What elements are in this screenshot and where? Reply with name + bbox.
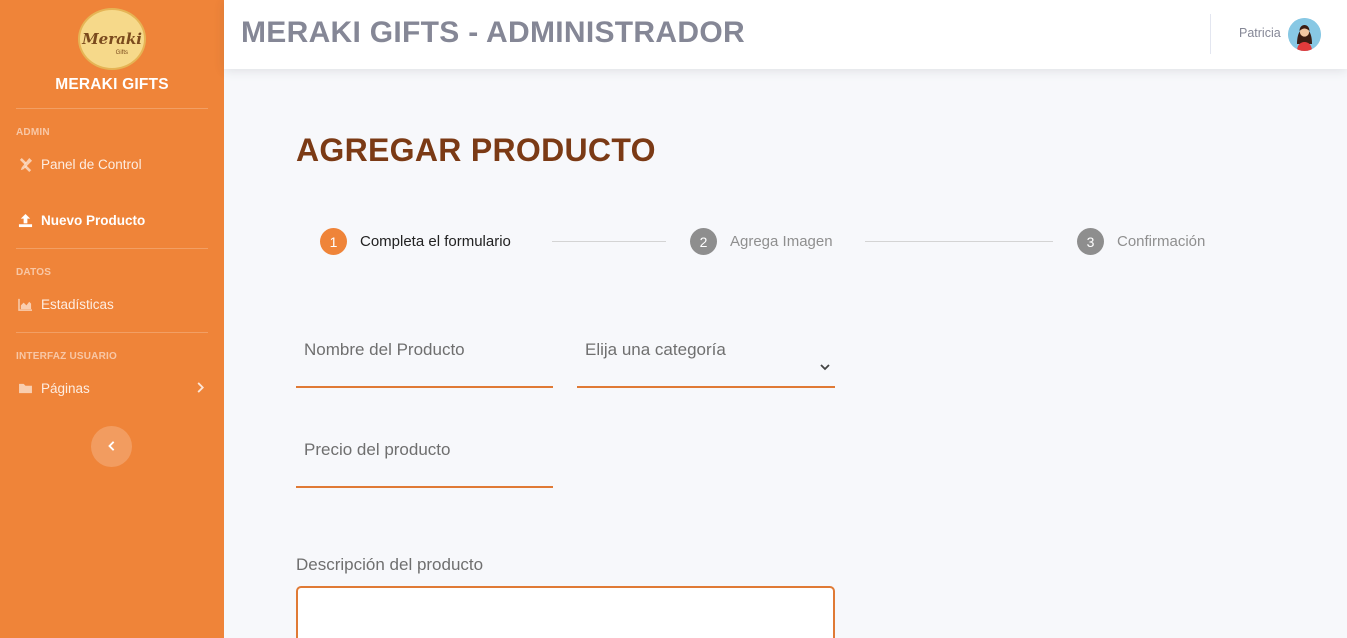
step-connector (552, 241, 666, 242)
category-select[interactable]: Elija una categoría (577, 330, 835, 388)
sidebar-item-label: Nuevo Producto (41, 212, 146, 228)
chevron-right-icon (196, 380, 205, 396)
sidebar-toggle-button[interactable] (91, 426, 132, 467)
brand-name[interactable]: MERAKI GIFTS (55, 76, 168, 94)
page-header-title: MERAKI GIFTS - ADMINISTRADOR (241, 16, 745, 49)
folder-icon (17, 382, 34, 394)
upload-icon (17, 213, 34, 228)
description-textarea[interactable] (296, 586, 835, 638)
user-name[interactable]: Patricia (1239, 26, 1281, 40)
step-1[interactable]: 1 Completa el formulario (320, 228, 511, 255)
step-label: Completa el formulario (360, 233, 511, 250)
brand[interactable]: Meraki Gifts MERAKI GIFTS (0, 0, 224, 94)
chevron-left-icon (107, 439, 116, 454)
area-chart-icon (17, 298, 34, 311)
tools-icon (17, 157, 34, 172)
sidebar-item-panel-de-control[interactable]: Panel de Control (0, 144, 224, 184)
step-connector (865, 241, 1053, 242)
sidebar-item-label: Páginas (41, 380, 90, 396)
product-name-placeholder: Nombre del Producto (304, 340, 465, 359)
step-label: Confirmación (1117, 233, 1206, 250)
sidebar-divider (16, 108, 208, 109)
step-label: Agrega Imagen (730, 233, 833, 250)
logo-subtext: Gifts (115, 50, 128, 56)
category-placeholder: Elija una categoría (585, 340, 726, 359)
sidebar-item-paginas[interactable]: Páginas (0, 368, 224, 408)
logo-word: Meraki (82, 30, 142, 48)
sidebar-item-nuevo-producto[interactable]: Nuevo Producto (0, 200, 224, 240)
product-name-input[interactable]: Nombre del Producto (296, 330, 553, 388)
sidebar-divider (16, 248, 208, 249)
page-title: AGREGAR PRODUCTO (296, 132, 656, 168)
brand-logo[interactable]: Meraki Gifts (78, 8, 146, 70)
product-price-placeholder: Precio del producto (304, 440, 451, 459)
sidebar-divider (16, 332, 208, 333)
sidebar: Meraki Gifts MERAKI GIFTS ADMIN Panel de… (0, 0, 224, 638)
description-label: Descripción del producto (296, 555, 484, 574)
chevron-down-icon (819, 360, 831, 372)
step-2[interactable]: 2 Agrega Imagen (690, 228, 833, 255)
step-3[interactable]: 3 Confirmación (1077, 228, 1205, 255)
step-number: 3 (1077, 228, 1104, 255)
sidebar-item-estadisticas[interactable]: Estadísticas (0, 284, 224, 324)
step-number: 1 (320, 228, 347, 255)
sidebar-heading-datos: DATOS (16, 267, 52, 278)
step-number: 2 (690, 228, 717, 255)
avatar[interactable] (1288, 18, 1321, 51)
product-price-input[interactable]: Precio del producto (296, 430, 553, 488)
topbar: MERAKI GIFTS - ADMINISTRADOR Patricia (224, 0, 1347, 69)
sidebar-item-label: Panel de Control (41, 156, 142, 172)
sidebar-heading-admin: ADMIN (16, 127, 50, 138)
sidebar-item-label: Estadísticas (41, 296, 114, 312)
topbar-divider (1210, 14, 1211, 54)
sidebar-heading-interfaz-usuario: INTERFAZ USUARIO (16, 351, 117, 362)
